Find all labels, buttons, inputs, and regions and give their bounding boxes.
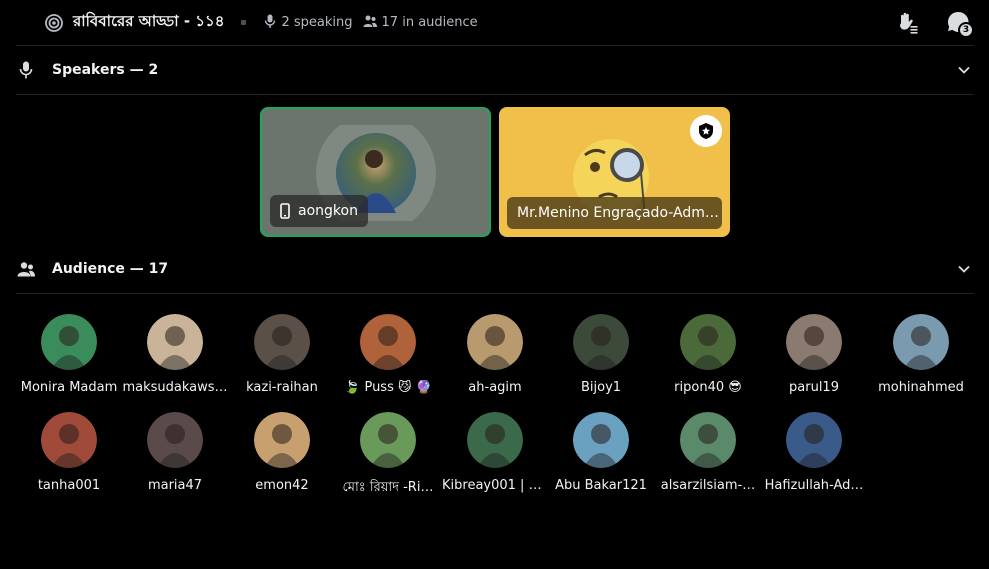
audience-member[interactable]: ripon40 😎 — [655, 314, 761, 404]
avatar — [680, 412, 736, 468]
audience-divider — [16, 293, 974, 294]
audience-member[interactable]: ah-agim — [442, 314, 548, 404]
speaker-tile[interactable]: Mr.Menino Engraçado-Adm… — [499, 107, 730, 237]
audience-member-name: parul19 — [789, 380, 839, 395]
stage-title: রাবিবারের আড্ডা - ১১৪ — [73, 12, 225, 30]
header-divider — [16, 45, 974, 46]
raise-hand-button[interactable] — [895, 10, 919, 34]
audience-member[interactable]: parul19 — [761, 314, 867, 404]
audience-member-name: Kibreay001 | $… — [442, 478, 548, 493]
audience-member[interactable]: emon42 — [229, 412, 335, 502]
avatar — [360, 314, 416, 370]
microphone-icon — [264, 14, 276, 32]
audience-member[interactable]: Abu Bakar121 — [548, 412, 654, 502]
speaker-name-tag: aongkon — [270, 195, 368, 227]
audience-member-name: ripon40 😎 — [674, 380, 742, 395]
stage-meta: 2 speaking 17 in audience — [264, 14, 478, 32]
audience-member-name: kazi-raihan — [246, 380, 318, 395]
avatar — [680, 314, 736, 370]
audience-member-name: Monira Madam — [20, 380, 118, 395]
audience-section-header[interactable]: Audience — 17 — [16, 255, 974, 283]
audience-member-name: Hafizullah-Ad… — [764, 478, 864, 493]
audience-member-name: alsarzilsiam-… — [660, 478, 756, 493]
audience-member-name: Bijoy1 — [580, 380, 622, 395]
audience-icon — [16, 259, 36, 279]
audience-member-name: Abu Bakar121 — [555, 478, 647, 493]
audience-member[interactable]: maksudakaws… — [122, 314, 228, 404]
audience-member-name: mohinahmed — [878, 380, 964, 395]
avatar — [467, 314, 523, 370]
stage-channel-icon — [44, 13, 64, 33]
audience-member[interactable]: Bijoy1 — [548, 314, 654, 404]
speakers-divider — [16, 94, 974, 95]
avatar — [893, 314, 949, 370]
avatar — [360, 412, 416, 468]
avatar — [254, 412, 310, 468]
mobile-phone-icon — [280, 203, 290, 219]
audience-member-name: ah-agim — [468, 380, 522, 395]
chevron-down-icon[interactable] — [956, 62, 972, 78]
avatar — [41, 314, 97, 370]
audience-member-name: maksudakaws… — [122, 380, 228, 395]
audience-member[interactable]: Kibreay001 | $… — [442, 412, 548, 502]
speaker-tile[interactable]: aongkon — [260, 107, 491, 237]
audience-member[interactable]: মোঃ রিয়াদ -Ri… — [335, 412, 441, 502]
speaker-name: aongkon — [298, 203, 358, 219]
speaker-name: Mr.Menino Engraçado-Adm… — [517, 205, 719, 221]
stage-header: রাবিবারের আড্ডা - ১১৪ 2 speaking 17 in a… — [0, 0, 989, 45]
audience-member[interactable]: kazi-raihan — [229, 314, 335, 404]
audience-member[interactable]: mohinahmed — [868, 314, 974, 404]
audience-icon — [363, 14, 377, 32]
raise-hand-icon — [900, 12, 918, 34]
moderator-badge — [690, 115, 722, 147]
avatar — [41, 412, 97, 468]
audience-section-title: Audience — 17 — [52, 261, 169, 277]
avatar — [147, 314, 203, 370]
audience-member-name: maria47 — [147, 478, 203, 493]
avatar — [254, 314, 310, 370]
audience-member-name: মোঃ রিয়াদ -Ri… — [342, 480, 434, 495]
audience-member[interactable]: 🍃 Puss 😼 🔮 — [335, 314, 441, 404]
speakers-section-header[interactable]: Speakers — 2 — [16, 56, 974, 84]
shield-star-icon — [699, 123, 713, 139]
audience-member[interactable]: alsarzilsiam-… — [655, 412, 761, 502]
avatar — [147, 412, 203, 468]
audience-member[interactable]: Hafizullah-Ad… — [761, 412, 867, 502]
avatar — [467, 412, 523, 468]
audience-member[interactable]: tanha001 — [16, 412, 122, 502]
audience-count: 17 in audience — [381, 15, 478, 30]
avatar — [573, 412, 629, 468]
avatar — [786, 412, 842, 468]
microphone-icon — [16, 60, 36, 80]
audience-member-name: tanha001 — [37, 478, 101, 493]
avatar — [786, 314, 842, 370]
audience-member[interactable]: maria47 — [122, 412, 228, 502]
chat-unread-badge: 3 — [958, 22, 974, 38]
audience-member[interactable]: Monira Madam — [16, 314, 122, 404]
avatar — [573, 314, 629, 370]
speaking-count: 2 speaking — [281, 15, 353, 30]
speaker-name-tag: Mr.Menino Engraçado-Adm… — [507, 197, 722, 229]
chevron-down-icon[interactable] — [956, 261, 972, 277]
speakers-section-title: Speakers — 2 — [52, 62, 159, 78]
audience-member-name: 🍃 Puss 😼 🔮 — [344, 380, 432, 395]
audience-member-name: emon42 — [255, 478, 309, 493]
separator-dot — [240, 20, 246, 25]
